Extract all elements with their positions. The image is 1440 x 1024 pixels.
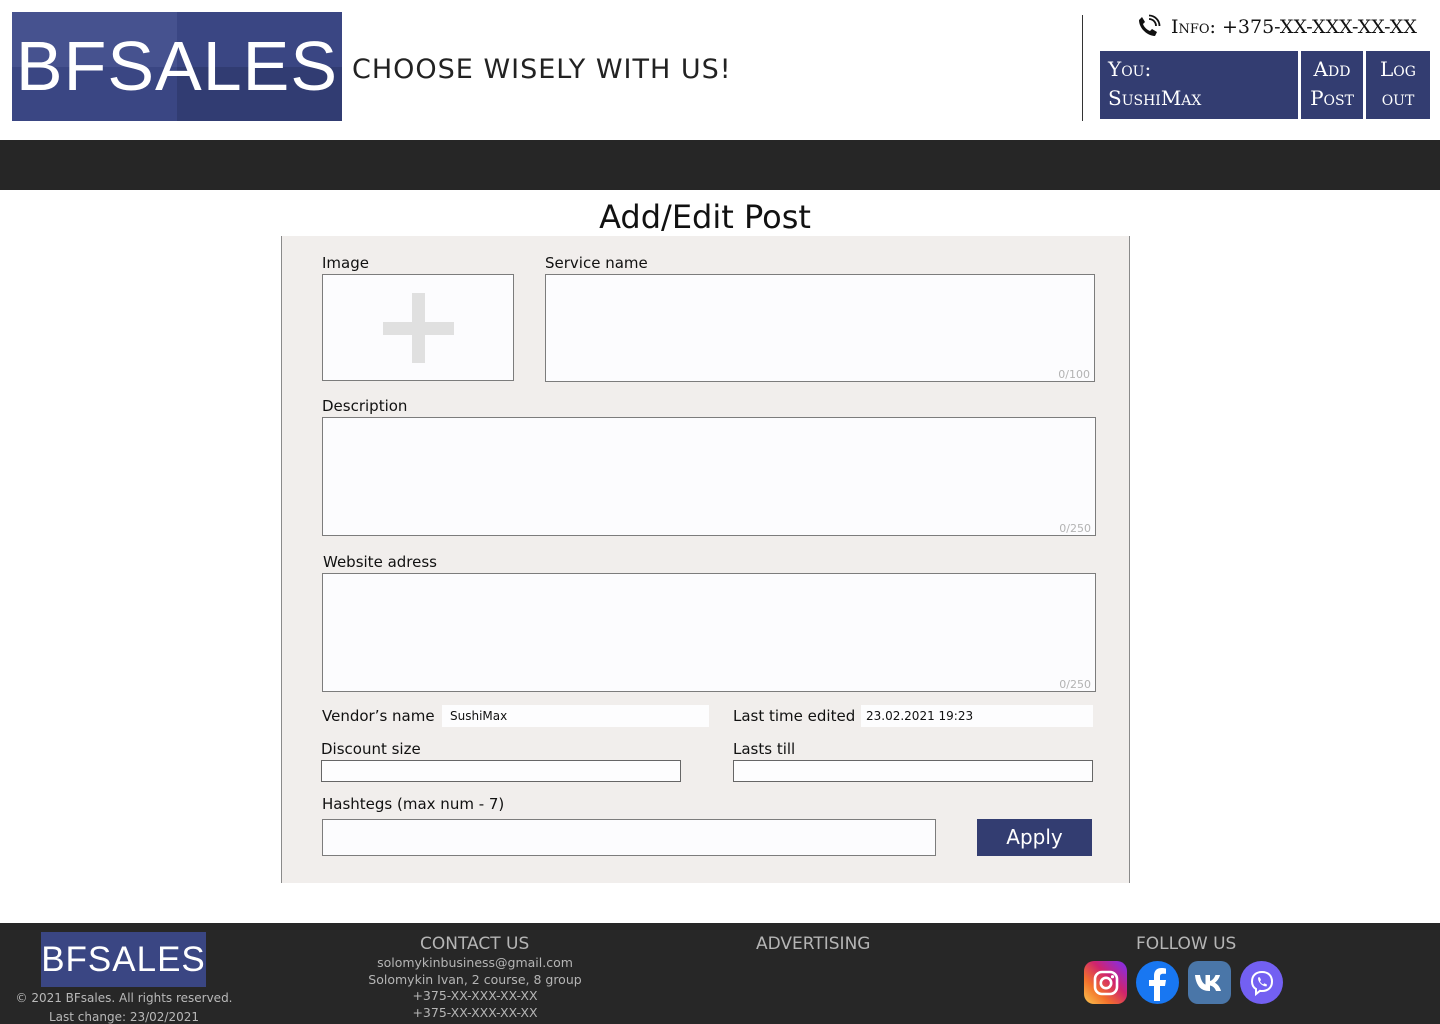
vendor-name-field: SushiMax: [442, 705, 709, 727]
lasts-till-input[interactable]: [733, 760, 1093, 782]
follow-heading: FOLLOW US: [1136, 934, 1237, 954]
phone-text: Info: +375-XX-XXX-XX-XX: [1171, 16, 1417, 38]
footer-copyright: © 2021 BFsales. All rights reserved.: [15, 991, 233, 1005]
site-logo[interactable]: BFSALES: [12, 12, 342, 121]
service-name-counter: 0/100: [1058, 368, 1090, 381]
contact-email[interactable]: solomykinbusiness@gmail.com: [330, 955, 620, 972]
hashtags-input[interactable]: [322, 819, 936, 856]
service-name-label: Service name: [545, 254, 648, 272]
contact-phone-2: +375-XX-XXX-XX-XX: [412, 1004, 538, 1020]
footer: BFSALES © 2021 BFsales. All rights reser…: [0, 923, 1440, 1024]
instagram-icon[interactable]: [1084, 961, 1127, 1004]
add-post-label-2: Post: [1310, 86, 1354, 110]
footer-copyright-block: © 2021 BFsales. All rights reserved. Las…: [12, 989, 236, 1024]
user-name: SushiMax: [1108, 86, 1202, 110]
image-upload[interactable]: [322, 274, 514, 381]
service-name-input[interactable]: 0/100: [545, 274, 1095, 382]
facebook-icon[interactable]: [1136, 961, 1179, 1004]
logout-button[interactable]: Log out: [1366, 51, 1430, 119]
image-label: Image: [322, 254, 369, 272]
contact-name: Solomykin Ivan, 2 course, 8 group: [368, 971, 582, 987]
website-input[interactable]: 0/250: [322, 573, 1096, 692]
logo-text: BFSALES: [15, 27, 339, 105]
apply-button[interactable]: Apply: [977, 819, 1092, 856]
phone-icon: [1139, 14, 1161, 36]
nav-bar: [0, 140, 1440, 190]
vk-icon[interactable]: [1188, 961, 1231, 1004]
hashtags-label: Hashtegs (max num - 7): [322, 795, 505, 813]
description-input[interactable]: 0/250: [322, 417, 1096, 536]
last-edited-field: 23.02.2021 19:23: [861, 705, 1093, 727]
site-slogan: CHOOSE WISELY WITH US!: [352, 54, 732, 85]
website-counter: 0/250: [1059, 678, 1091, 691]
advertising-heading[interactable]: ADVERTISING: [756, 934, 870, 954]
phone-info: Info: +375-XX-XXX-XX-XX: [1135, 14, 1417, 40]
contact-heading: CONTACT US: [420, 934, 530, 954]
contact-phone-1: +375-XX-XXX-XX-XX: [412, 988, 538, 1003]
logout-label-2: out: [1381, 86, 1415, 110]
vendor-label: Vendor’s name: [322, 707, 435, 725]
header-divider: [1082, 15, 1083, 121]
footer-last-change: Last change: 23/02/2021: [49, 1010, 199, 1024]
lasts-till-label: Lasts till: [733, 740, 796, 758]
viber-icon[interactable]: [1240, 961, 1283, 1004]
add-post-label-1: Add: [1313, 57, 1351, 81]
description-label: Description: [322, 397, 408, 415]
discount-label: Discount size: [321, 740, 421, 758]
discount-input[interactable]: [321, 760, 681, 782]
add-post-button[interactable]: Add Post: [1301, 51, 1363, 119]
footer-logo[interactable]: BFSALES: [41, 932, 206, 987]
website-label: Website adress: [323, 553, 437, 571]
last-edited-label: Last time edited: [733, 707, 856, 725]
social-links: [1084, 961, 1283, 1004]
user-profile-button[interactable]: You: SushiMax: [1100, 51, 1298, 119]
contact-info: solomykinbusiness@gmail.com Solomykin Iv…: [330, 955, 620, 1021]
page: BFSALES CHOOSE WISELY WITH US! Info: +37…: [0, 0, 1440, 1024]
logout-label-1: Log: [1380, 57, 1416, 81]
description-counter: 0/250: [1059, 522, 1091, 535]
page-title: Add/Edit Post: [599, 198, 811, 236]
user-label: You:: [1108, 57, 1152, 81]
